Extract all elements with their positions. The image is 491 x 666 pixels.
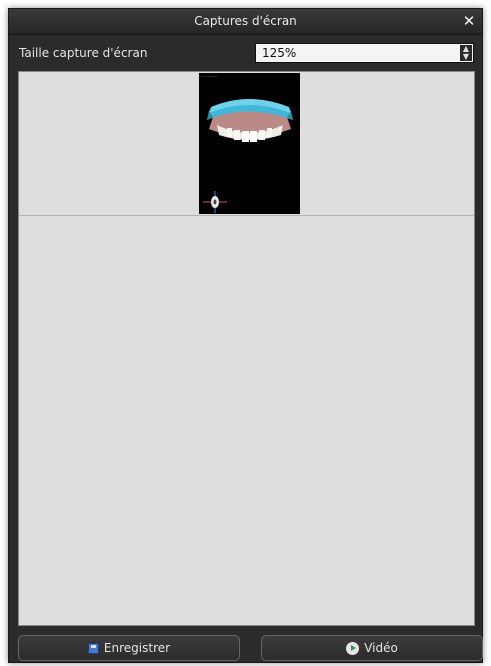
play-video-icon	[346, 641, 360, 655]
screenshot-size-label: Taille capture d'écran	[19, 46, 148, 60]
screenshot-size-row: Taille capture d'écran 125% ▲ ▼	[19, 43, 474, 65]
close-icon[interactable]: ✕	[460, 11, 478, 31]
save-button[interactable]: Enregistrer	[18, 635, 240, 661]
screenshot-size-select[interactable]: 125% ▲ ▼	[255, 43, 474, 63]
capture-thumbnail[interactable]: .............	[199, 73, 300, 214]
dialog-title: Captures d'écran	[194, 14, 297, 28]
spinner-arrows-icon[interactable]: ▲ ▼	[460, 45, 472, 61]
dental-model-image	[203, 99, 293, 213]
screenshot-size-value: 125%	[262, 46, 297, 60]
thumbnail-strip: .............	[19, 72, 474, 216]
save-button-label: Enregistrer	[103, 641, 171, 655]
video-button[interactable]: Vidéo	[261, 635, 483, 661]
video-button-label: Vidéo	[364, 641, 398, 655]
title-bar[interactable]: Captures d'écran ✕	[9, 9, 482, 35]
captures-area: .............	[18, 71, 475, 626]
floppy-disk-icon	[87, 642, 99, 654]
screenshots-dialog: Captures d'écran ✕ Taille capture d'écra…	[8, 8, 483, 663]
